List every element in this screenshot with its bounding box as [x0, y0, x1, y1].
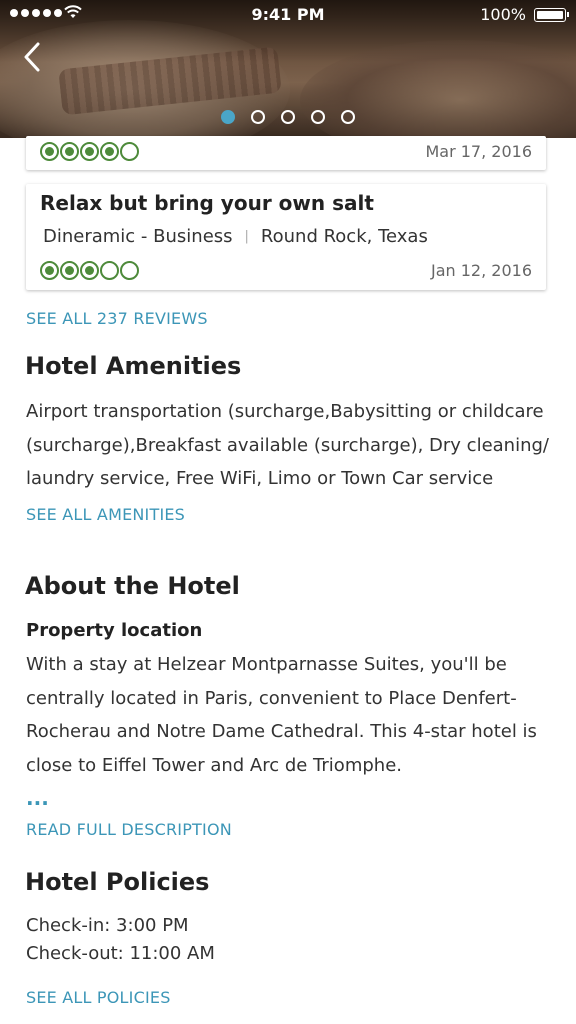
text-line: centrally located in Paris, convenient t…	[26, 687, 517, 709]
text-line: Airport transportation (surcharge,Babysi…	[26, 401, 544, 422]
property-location-subheading: Property location	[26, 620, 203, 641]
text-line: With a stay at Helzear Montparnasse Suit…	[26, 654, 507, 675]
review-card[interactable]: Mar 17, 2016	[26, 136, 546, 170]
rating-bubble-filled-icon	[40, 142, 59, 161]
text-line: close to Eiffel Tower and Arc de Triomph…	[26, 754, 402, 776]
rating-bubble-filled-icon	[80, 142, 99, 161]
see-all-policies-link[interactable]: SEE ALL POLICIES	[26, 988, 171, 1007]
chevron-left-icon[interactable]	[18, 40, 48, 74]
see-all-amenities-link[interactable]: SEE ALL AMENITIES	[26, 505, 185, 524]
rating-bubble-empty-icon	[100, 261, 119, 280]
rating-bubble-filled-icon	[40, 261, 59, 280]
battery-icon	[534, 8, 569, 22]
rating-bubble-empty-icon	[120, 261, 139, 280]
about-heading: About the Hotel	[25, 572, 240, 600]
review-location: Round Rock, Texas	[260, 226, 428, 247]
rating-bubbles	[40, 142, 139, 161]
review-author: Dineramic - Business	[43, 226, 233, 247]
meta-separator: |	[244, 229, 249, 244]
read-full-description-link[interactable]: READ FULL DESCRIPTION	[26, 820, 232, 839]
carousel-indicator	[221, 110, 355, 124]
review-meta: Dineramic - Business | Round Rock, Texas	[43, 226, 428, 247]
check-in-time: Check-in: 3:00 PM	[26, 915, 189, 936]
text-line: laundry service, Free WiFi, Limo or Town…	[26, 468, 494, 489]
carousel-dot[interactable]	[251, 110, 265, 124]
review-card[interactable]: Relax but bring your own salt Dineramic …	[26, 184, 546, 290]
amenities-text: Airport transportation (surcharge,Babysi…	[26, 395, 556, 496]
text-line: (surcharge),Breakfast available (surchar…	[26, 434, 549, 456]
rating-bubble-filled-icon	[100, 142, 119, 161]
review-title: Relax but bring your own salt	[40, 191, 374, 215]
rating-bubble-empty-icon	[120, 142, 139, 161]
carousel-dot[interactable]	[311, 110, 325, 124]
about-text: With a stay at Helzear Montparnasse Suit…	[26, 648, 556, 782]
review-date: Jan 12, 2016	[431, 261, 532, 280]
rating-bubble-filled-icon	[60, 261, 79, 280]
carousel-dot-active[interactable]	[221, 110, 235, 124]
carousel-dot[interactable]	[341, 110, 355, 124]
rating-bubble-filled-icon	[80, 261, 99, 280]
rating-bubble-filled-icon	[60, 142, 79, 161]
text-line: Rocherau and Notre Dame Cathedral. This …	[26, 721, 537, 742]
carousel-dot[interactable]	[281, 110, 295, 124]
amenities-heading: Hotel Amenities	[25, 352, 242, 380]
hotel-photo-carousel[interactable]: 9:41 PM 100%	[0, 0, 576, 138]
more-ellipsis: ...	[26, 786, 49, 810]
policies-heading: Hotel Policies	[25, 868, 210, 896]
review-date: Mar 17, 2016	[425, 142, 532, 161]
check-out-time: Check-out: 11:00 AM	[26, 943, 215, 964]
battery-percent: 100%	[480, 5, 526, 24]
status-bar: 9:41 PM 100%	[0, 0, 576, 30]
see-all-reviews-link[interactable]: SEE ALL 237 REVIEWS	[26, 309, 208, 328]
rating-bubbles	[40, 261, 139, 280]
